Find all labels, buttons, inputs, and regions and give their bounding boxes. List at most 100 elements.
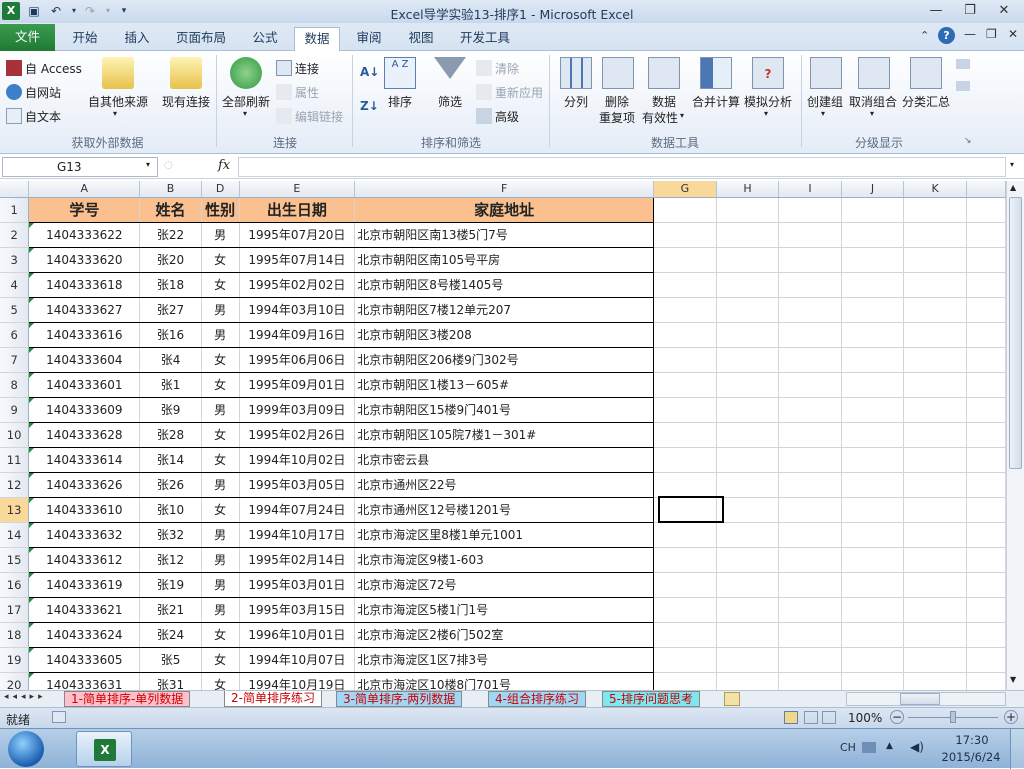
cell-address[interactable]: 北京市朝阳区8号楼1405号: [354, 272, 655, 298]
formula-input[interactable]: [238, 157, 1006, 177]
tab-insert[interactable]: 插入: [114, 27, 160, 51]
help-icon[interactable]: ?: [938, 27, 955, 44]
cell-student-id[interactable]: 1404333619: [28, 572, 141, 598]
cell[interactable]: [841, 497, 905, 523]
row-header[interactable]: 16: [0, 572, 30, 598]
cell[interactable]: [903, 297, 967, 323]
cell[interactable]: [778, 347, 842, 373]
cell-address[interactable]: 北京市密云县: [354, 447, 655, 473]
cell[interactable]: [966, 497, 1006, 523]
clock-date[interactable]: 2015/6/24: [936, 750, 1006, 764]
cell[interactable]: [716, 522, 780, 548]
formula-handle-icon[interactable]: ◌: [164, 160, 173, 171]
cell-gender[interactable]: 女: [201, 672, 240, 690]
show-desktop-button[interactable]: [1010, 729, 1024, 769]
dialog-launcher-icon[interactable]: ↘: [964, 136, 972, 146]
from-access-button[interactable]: 自 Access: [6, 59, 82, 79]
edit-links-button[interactable]: 编辑链接: [276, 107, 343, 127]
cell[interactable]: [903, 322, 967, 348]
cell-address[interactable]: 北京市通州区22号: [354, 472, 655, 498]
validation-dropdown-icon[interactable]: ▾: [680, 111, 684, 120]
cell[interactable]: [841, 222, 905, 248]
sheet-tab-3[interactable]: 3-简单排序-两列数据: [336, 691, 463, 707]
cell[interactable]: [903, 472, 967, 498]
keyboard-icon[interactable]: [862, 742, 876, 753]
refresh-dropdown-icon[interactable]: ▾: [243, 109, 247, 118]
cell[interactable]: [841, 672, 905, 690]
cell[interactable]: [653, 422, 717, 448]
cell[interactable]: [903, 197, 967, 223]
row-header[interactable]: 12: [0, 472, 30, 498]
cell[interactable]: [966, 672, 1006, 690]
ungroup-dropdown-icon[interactable]: ▾: [870, 109, 874, 118]
cell[interactable]: [716, 322, 780, 348]
select-all-corner[interactable]: [0, 181, 30, 198]
cell-student-id[interactable]: 1404333618: [28, 272, 141, 298]
cell-address[interactable]: 北京市朝阳区105院7楼1－301#: [354, 422, 655, 448]
cell-name[interactable]: 张4: [139, 347, 202, 373]
cell-gender[interactable]: 女: [201, 647, 240, 673]
cell-birth-date[interactable]: 1995年07月20日: [239, 222, 356, 248]
row-header[interactable]: 13: [0, 497, 30, 523]
filter-button[interactable]: 筛选: [432, 93, 468, 110]
wb-restore-icon[interactable]: ❐: [986, 27, 997, 41]
cell[interactable]: [778, 622, 842, 648]
cell[interactable]: [841, 547, 905, 573]
ribbon-minimize-icon[interactable]: ⌃: [920, 29, 929, 42]
cell-student-id[interactable]: 1404333621: [28, 597, 141, 623]
cell[interactable]: [841, 422, 905, 448]
cell[interactable]: [653, 472, 717, 498]
cell[interactable]: [653, 347, 717, 373]
cell[interactable]: [903, 672, 967, 690]
cell-gender[interactable]: 男: [201, 397, 240, 423]
clear-button[interactable]: 清除: [476, 59, 519, 79]
cell-student-id[interactable]: 1404333624: [28, 622, 141, 648]
header-cell-gender[interactable]: 性别: [201, 197, 240, 223]
sheet-tab-2[interactable]: 2-简单排序练习: [224, 691, 322, 707]
minimize-icon[interactable]: —: [924, 2, 948, 20]
cell-birth-date[interactable]: 1995年03月05日: [239, 472, 356, 498]
advanced-button[interactable]: 高级: [476, 107, 519, 127]
cell[interactable]: [653, 222, 717, 248]
cell-address[interactable]: 北京市朝阳区206楼9门302号: [354, 347, 655, 373]
cell[interactable]: [966, 597, 1006, 623]
header-cell-name[interactable]: 姓名: [139, 197, 202, 223]
cell[interactable]: [716, 297, 780, 323]
row-header[interactable]: 6: [0, 322, 30, 348]
cell[interactable]: [903, 522, 967, 548]
cell[interactable]: [966, 347, 1006, 373]
cell[interactable]: [653, 322, 717, 348]
cell-name[interactable]: 张28: [139, 422, 202, 448]
connections-button[interactable]: 连接: [276, 59, 319, 79]
col-header-b[interactable]: B: [139, 181, 202, 198]
sort-button[interactable]: 排序: [382, 93, 418, 110]
cell[interactable]: [778, 497, 842, 523]
cell[interactable]: [716, 497, 780, 523]
refresh-all-button[interactable]: 全部刷新: [220, 93, 272, 110]
cell-birth-date[interactable]: 1994年10月17日: [239, 522, 356, 548]
cell[interactable]: [903, 422, 967, 448]
cell-name[interactable]: 张21: [139, 597, 202, 623]
cell-gender[interactable]: 男: [201, 322, 240, 348]
cell[interactable]: [778, 197, 842, 223]
col-header-h[interactable]: H: [716, 181, 780, 198]
cell[interactable]: [653, 547, 717, 573]
cell-gender[interactable]: 男: [201, 597, 240, 623]
cell-name[interactable]: 张27: [139, 297, 202, 323]
cell-student-id[interactable]: 1404333612: [28, 547, 141, 573]
cell[interactable]: [903, 647, 967, 673]
cell-name[interactable]: 张9: [139, 397, 202, 423]
cell[interactable]: [841, 572, 905, 598]
cell[interactable]: [716, 422, 780, 448]
row-header[interactable]: 3: [0, 247, 30, 273]
scroll-thumb[interactable]: [1009, 197, 1022, 469]
restore-icon[interactable]: ❐: [958, 2, 982, 20]
cell-birth-date[interactable]: 1995年03月01日: [239, 572, 356, 598]
tab-page-layout[interactable]: 页面布局: [166, 27, 236, 51]
row-header[interactable]: 9: [0, 397, 30, 423]
cell[interactable]: [903, 222, 967, 248]
cell-gender[interactable]: 女: [201, 422, 240, 448]
cell-name[interactable]: 张32: [139, 522, 202, 548]
cell-address[interactable]: 北京市朝阳区1楼13－605#: [354, 372, 655, 398]
group-dropdown-icon[interactable]: ▾: [821, 109, 825, 118]
